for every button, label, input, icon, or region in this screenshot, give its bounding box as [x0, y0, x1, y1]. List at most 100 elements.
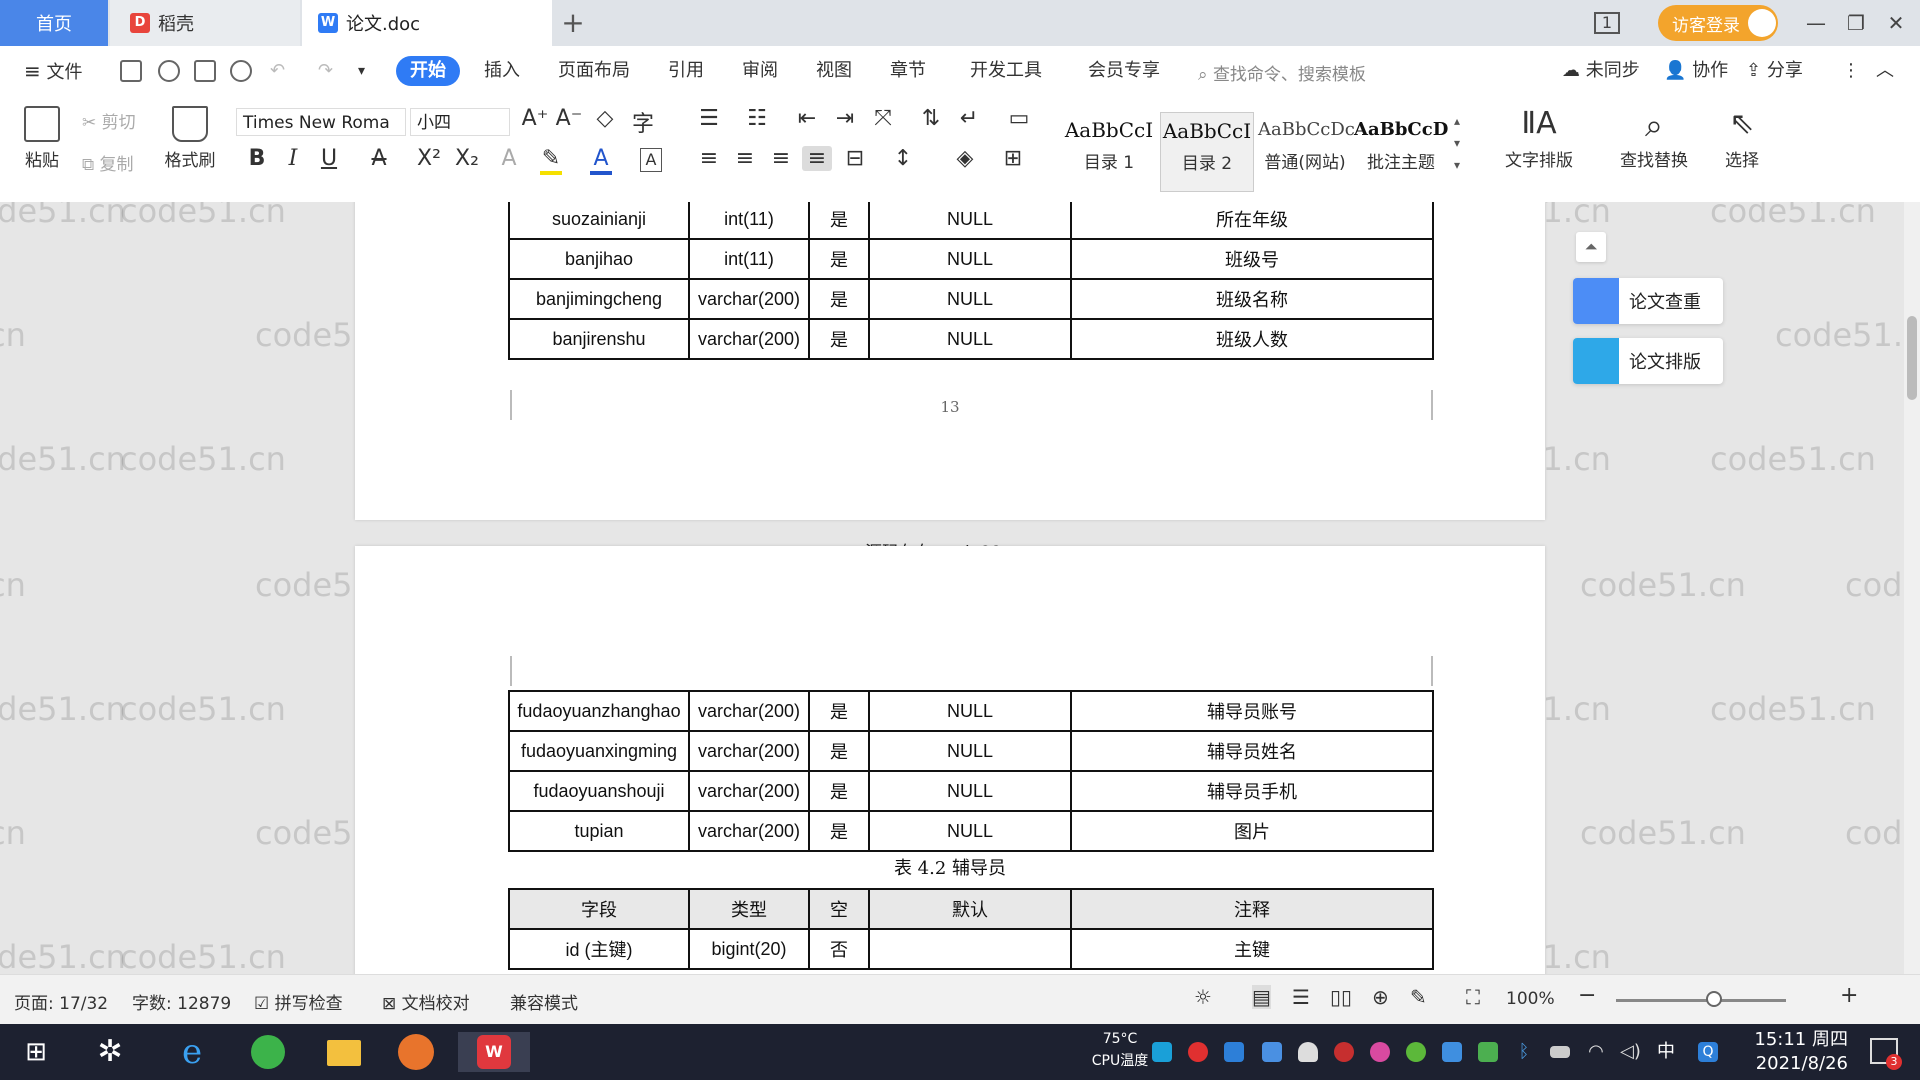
browser-icon[interactable]	[246, 1032, 290, 1072]
close-button[interactable]: ✕	[1876, 8, 1916, 38]
tray-app-icon[interactable]	[1442, 1042, 1462, 1062]
paper-check-button[interactable]: 论文查重	[1573, 278, 1723, 324]
layout-icon[interactable]: 1	[1594, 12, 1620, 34]
new-tab-button[interactable]: +	[556, 6, 590, 40]
sync-button[interactable]: ☁ 未同步	[1562, 56, 1640, 86]
reading-view-icon[interactable]: ▯▯	[1330, 985, 1352, 1009]
grow-font-icon[interactable]: A⁺	[520, 106, 550, 131]
bluetooth-icon[interactable]: ᛒ	[1514, 1042, 1534, 1062]
text-layout-button[interactable]: ⅡA 文字排版	[1494, 106, 1584, 171]
login-button[interactable]: 访客登录	[1658, 5, 1778, 41]
tray-app-icon[interactable]	[1152, 1042, 1172, 1062]
print-icon[interactable]	[194, 60, 216, 82]
zoom-level[interactable]: 100%	[1506, 989, 1555, 1009]
panel-collapse-button[interactable]: ⏶	[1576, 232, 1606, 262]
style-toc2[interactable]: AaBbCcI 目录 2	[1160, 112, 1254, 192]
phonetic-icon[interactable]: 字	[628, 106, 658, 138]
align-right-icon[interactable]: ≡	[766, 146, 796, 171]
minimize-button[interactable]: —	[1796, 8, 1836, 38]
word-count[interactable]: 字数: 12879	[132, 989, 231, 1014]
tab-daoke[interactable]: D 稻壳	[110, 0, 300, 46]
style-normal-web[interactable]: AaBbCcDc 普通(网站)	[1258, 112, 1355, 192]
tab-document[interactable]: W 论文.doc	[302, 0, 552, 46]
doc-proof-button[interactable]: ⊠ 文档校对	[382, 989, 470, 1014]
bold-icon[interactable]: B	[242, 146, 272, 171]
show-marks-icon[interactable]: ↵	[954, 106, 984, 131]
redo-icon[interactable]: ↷	[318, 56, 333, 86]
style-comment-subject[interactable]: AaBbCcD 批注主题	[1354, 112, 1448, 192]
align-left-icon[interactable]: ≡	[694, 146, 724, 171]
cpu-temp-widget[interactable]: 75°C CPU温度	[1090, 1028, 1150, 1072]
paper-layout-button[interactable]: 论文排版	[1573, 338, 1723, 384]
volume-icon[interactable]: ◁)	[1620, 1042, 1641, 1062]
bullet-list-icon[interactable]: ☰	[694, 106, 724, 131]
styles-scroll-icon[interactable]: ▴ ▾ ▾	[1454, 110, 1460, 176]
outline-view-icon[interactable]: ☰	[1292, 985, 1310, 1009]
collapse-ribbon-icon[interactable]: ︿	[1876, 56, 1894, 86]
undo-icon[interactable]: ↶	[270, 56, 285, 86]
find-replace-button[interactable]: ⌕ 查找替换	[1604, 106, 1704, 171]
battery-icon[interactable]	[1550, 1046, 1570, 1058]
pinwheel-app-icon[interactable]: ✲	[88, 1032, 132, 1072]
increase-indent-icon[interactable]: ⇥	[830, 106, 860, 131]
clear-format-icon[interactable]: ◇	[590, 106, 620, 131]
zoom-out-icon[interactable]: −	[1578, 983, 1596, 1008]
nvidia-icon[interactable]	[1478, 1042, 1498, 1062]
tray-app-icon[interactable]	[1224, 1042, 1244, 1062]
scrollbar-thumb[interactable]	[1907, 316, 1917, 400]
borders-icon[interactable]: ⊞	[998, 146, 1028, 171]
tab-home[interactable]: 首页	[0, 0, 108, 46]
document-area[interactable]: code51.cn code51.cn code51.cn code51.cn …	[0, 202, 1904, 974]
char-border-icon[interactable]: A	[640, 148, 662, 172]
tab-review[interactable]: 审阅	[742, 56, 778, 86]
tab-member[interactable]: 会员专享	[1088, 56, 1160, 86]
font-color-icon[interactable]: A	[590, 146, 612, 175]
shrink-font-icon[interactable]: A⁻	[554, 106, 584, 131]
cut-button[interactable]: ✂ 剪切	[82, 108, 136, 133]
windows-start-icon[interactable]: ⊞	[14, 1032, 58, 1072]
tab-view[interactable]: 视图	[816, 56, 852, 86]
text-effect-icon[interactable]: A	[494, 146, 524, 171]
restore-button[interactable]: ❐	[1836, 8, 1876, 38]
style-toc1[interactable]: AaBbCcI 目录 1	[1062, 112, 1156, 192]
qq-icon[interactable]: Q	[1698, 1042, 1718, 1062]
web-view-icon[interactable]: ⊕	[1372, 985, 1389, 1009]
ruler-icon[interactable]: ▭	[1004, 106, 1034, 131]
clock[interactable]: 15:11 周四 2021/8/26	[1738, 1028, 1848, 1076]
numbered-list-icon[interactable]: ☷	[742, 106, 772, 131]
zoom-slider[interactable]	[1616, 999, 1786, 1002]
justify-icon[interactable]: ≡	[802, 146, 832, 171]
input-language[interactable]: 中	[1656, 1042, 1676, 1062]
sort-icon[interactable]: ⇅	[916, 106, 946, 131]
file-menu[interactable]: ≡ 文件	[24, 56, 83, 86]
share-button[interactable]: ⇪ 分享	[1746, 56, 1803, 86]
document-page-14[interactable]: fudaoyuanzhanghao varchar(200) 是 NULL 辅导员账号 f…	[355, 546, 1545, 974]
export-icon[interactable]	[158, 60, 180, 82]
wps-taskbar-icon[interactable]: W	[458, 1032, 530, 1072]
more-icon[interactable]: ⋮	[1842, 56, 1860, 86]
decrease-indent-icon[interactable]: ⇤	[792, 106, 822, 131]
shading-icon[interactable]: ◈	[950, 146, 980, 171]
highlight-icon[interactable]: ✎	[540, 146, 562, 175]
write-mode-icon[interactable]: ✎	[1410, 985, 1427, 1009]
copy-button[interactable]: ⧉ 复制	[82, 150, 134, 175]
italic-icon[interactable]: I	[278, 146, 308, 171]
command-search[interactable]: ⌕ 查找命令、搜索模板	[1198, 60, 1366, 85]
font-size-select[interactable]: 小四	[410, 108, 510, 136]
document-page-13[interactable]: suozainianji int(11) 是 NULL 所在年级 banjihao int(…	[355, 202, 1545, 520]
spell-check-button[interactable]: ☑ 拼写检查	[254, 989, 343, 1014]
page-view-icon[interactable]: ▤	[1252, 985, 1271, 1009]
underline-icon[interactable]: U	[314, 146, 344, 171]
select-button[interactable]: ⇖ 选择	[1712, 106, 1772, 171]
superscript-icon[interactable]: X²	[414, 146, 444, 171]
tray-app-icon[interactable]	[1188, 1042, 1208, 1062]
print-preview-icon[interactable]	[230, 60, 252, 82]
tray-app-icon[interactable]	[1370, 1042, 1390, 1062]
file-explorer-icon[interactable]	[322, 1032, 366, 1072]
notification-bell-icon[interactable]	[1298, 1042, 1318, 1062]
subscript-icon[interactable]: X₂	[452, 146, 482, 171]
tab-page-layout[interactable]: 页面布局	[558, 56, 630, 86]
zoom-slider-knob[interactable]	[1706, 991, 1722, 1007]
tab-insert[interactable]: 插入	[484, 56, 520, 86]
tab-references[interactable]: 引用	[668, 56, 704, 86]
